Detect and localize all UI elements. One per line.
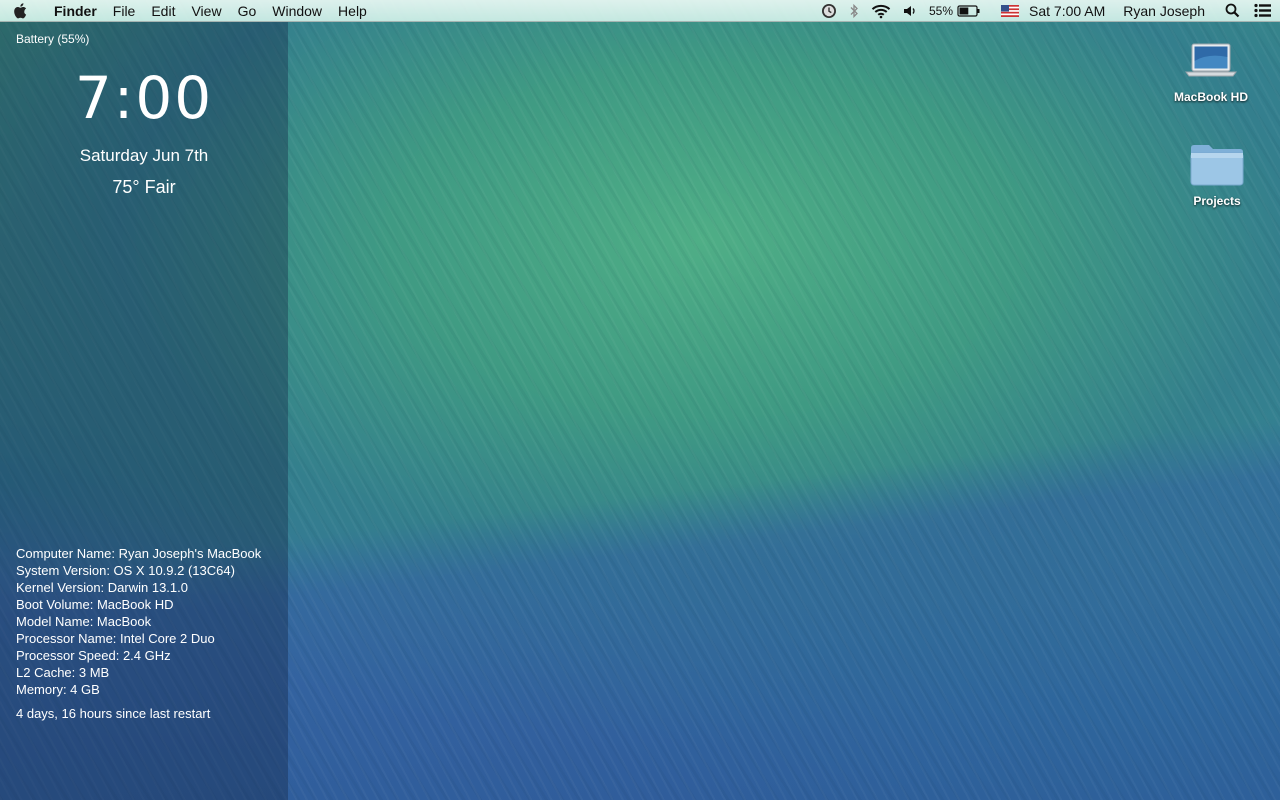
menu-help[interactable]: Help bbox=[330, 0, 375, 22]
widget-battery-status: Battery (55%) bbox=[16, 32, 90, 46]
apple-icon[interactable] bbox=[0, 0, 40, 22]
sysinfo-boot-volume: Boot Volume: MacBook HD bbox=[16, 597, 174, 612]
sysinfo-system-version: System Version: OS X 10.9.2 (13C64) bbox=[16, 563, 235, 578]
menu-user-name[interactable]: Ryan Joseph bbox=[1123, 3, 1205, 19]
widget-date: Saturday Jun 7th bbox=[79, 146, 209, 165]
menu-go[interactable]: Go bbox=[230, 0, 265, 22]
folder-icon bbox=[1172, 140, 1262, 190]
volume-icon[interactable] bbox=[903, 3, 917, 19]
menu-window[interactable]: Window bbox=[264, 0, 330, 22]
battery-icon[interactable] bbox=[957, 4, 981, 18]
menu-app-name[interactable]: Finder bbox=[40, 0, 105, 22]
menu-edit[interactable]: Edit bbox=[143, 0, 183, 22]
menu-bar-extras: 55% Sat 7:00 AM Ryan Joseph bbox=[809, 0, 1280, 22]
widget-weather: 75° Fair bbox=[112, 177, 176, 197]
widget-uptime: 4 days, 16 hours since last restart bbox=[16, 706, 211, 721]
sysinfo-kernel-version: Kernel Version: Darwin 13.1.0 bbox=[16, 580, 188, 595]
bluetooth-icon[interactable] bbox=[849, 3, 859, 19]
laptop-drive-icon bbox=[1166, 36, 1256, 86]
menu-file[interactable]: File bbox=[105, 0, 144, 22]
sysinfo-computer-name: Computer Name: Ryan Joseph's MacBook bbox=[16, 546, 262, 561]
desktop-icon-label: MacBook HD bbox=[1173, 90, 1248, 104]
spotlight-icon[interactable] bbox=[1225, 3, 1240, 18]
menu-bar: Finder File Edit View Go Window Help 55%… bbox=[0, 0, 1280, 22]
sysinfo-model-name: Model Name: MacBook bbox=[16, 614, 152, 629]
menu-clock[interactable]: Sat 7:00 AM bbox=[1029, 3, 1105, 19]
system-info-widget: Battery (55%) 7:00 Saturday Jun 7th 75° … bbox=[0, 22, 288, 800]
sysinfo-processor-name: Processor Name: Intel Core 2 Duo bbox=[16, 631, 215, 646]
battery-fill bbox=[959, 7, 969, 14]
us-flag-input-icon[interactable] bbox=[1001, 4, 1019, 17]
desktop-icon-macbook-hd[interactable]: MacBook HD bbox=[1166, 36, 1256, 104]
sysinfo-processor-speed: Processor Speed: 2.4 GHz bbox=[16, 648, 171, 663]
widget-clock: 7:00 bbox=[74, 64, 214, 132]
wifi-icon[interactable] bbox=[871, 3, 891, 19]
sysinfo-l2-cache: L2 Cache: 3 MB bbox=[16, 665, 110, 680]
sysinfo-memory: Memory: 4 GB bbox=[16, 682, 100, 697]
system-info-list: Computer Name: Ryan Joseph's MacBook Sys… bbox=[16, 545, 261, 698]
notification-center-icon[interactable] bbox=[1254, 3, 1272, 18]
time-machine-icon[interactable] bbox=[821, 3, 837, 19]
battery-percent[interactable]: 55% bbox=[929, 0, 953, 22]
desktop-icon-label: Projects bbox=[1193, 194, 1241, 208]
menu-bar-left: Finder File Edit View Go Window Help bbox=[0, 0, 375, 22]
desktop-icon-projects[interactable]: Projects bbox=[1172, 140, 1262, 208]
menu-view[interactable]: View bbox=[183, 0, 229, 22]
